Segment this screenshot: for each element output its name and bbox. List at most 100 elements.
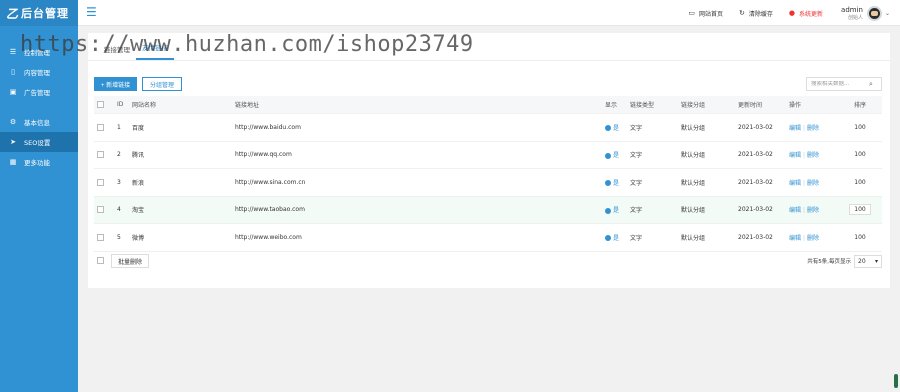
cell-url: http://www.weibo.com <box>235 233 302 241</box>
pagination: 共有5条,每页显示 20 ▾ <box>807 254 882 268</box>
cell-type: 文字 <box>630 207 643 215</box>
edit-link[interactable]: 编辑 <box>789 180 801 187</box>
row-checkbox[interactable] <box>97 206 104 214</box>
page-size-value: 20 <box>858 257 866 265</box>
cell-type: 文字 <box>630 152 643 160</box>
cell-name: 腾讯 <box>132 152 145 160</box>
row-checkbox[interactable] <box>97 178 104 186</box>
header-group: 链接分组 <box>681 102 706 109</box>
edit-link[interactable]: 编辑 <box>789 125 801 132</box>
app-logo[interactable]: 乙 后台管理 <box>0 0 78 26</box>
header-id: ID <box>117 101 124 108</box>
table-header: ID 网站名称 链接地址 显示 链接类型 链接分组 更新时间 操作 排序 <box>94 96 882 114</box>
edit-link[interactable]: 编辑 <box>789 152 801 159</box>
sidebar-item-more[interactable]: ▦ 更多功能 <box>0 152 78 172</box>
cell-show[interactable]: 是 <box>601 150 626 159</box>
cell-type: 文字 <box>630 179 643 187</box>
site-home-label: 网站首页 <box>699 10 724 18</box>
table-row: 2 腾讯 http://www.qq.com 是 文字 默认分组 2021-03… <box>94 142 882 169</box>
row-checkbox[interactable] <box>97 233 104 241</box>
header-actions: 操作 <box>789 102 802 109</box>
cell-actions: 编辑 | 删除 <box>789 179 820 187</box>
delete-link[interactable]: 删除 <box>807 180 819 187</box>
delete-link[interactable]: 删除 <box>807 235 819 242</box>
edit-link[interactable]: 编辑 <box>789 235 801 242</box>
cell-show[interactable]: 是 <box>601 178 626 187</box>
delete-link[interactable]: 删除 <box>807 125 819 132</box>
edit-link[interactable]: 编辑 <box>789 207 801 214</box>
cell-group: 默认分组 <box>681 234 706 242</box>
sidebar-nav: ☰ 控制管理 ▯ 内容管理 ▣ 广告管理 ⚙ 基本信息 ➤ SEO设置 ▦ 更多… <box>0 42 78 172</box>
menu-toggle-icon[interactable]: ☰ <box>86 6 97 18</box>
menu-icon: ☰ <box>9 48 17 56</box>
avatar[interactable] <box>866 5 882 21</box>
top-actions: ▭ 网站首页 ↻ 清除缓存 ● 系统更新 admin 创始人 ⌄ <box>672 0 890 26</box>
cell-id: 3 <box>117 178 121 186</box>
delete-link[interactable]: 删除 <box>807 152 819 159</box>
delete-link[interactable]: 删除 <box>807 207 819 214</box>
cell-time: 2021-03-02 <box>738 233 773 241</box>
grid-icon: ▦ <box>9 158 17 166</box>
sort-input[interactable] <box>849 149 871 161</box>
cell-id: 2 <box>117 151 121 159</box>
table-row: 4 淘宝 http://www.taobao.com 是 文字 默认分组 202… <box>94 196 882 224</box>
sidebar-item-label: 更多功能 <box>24 159 50 167</box>
sort-input[interactable] <box>849 121 871 133</box>
row-checkbox[interactable] <box>97 151 104 159</box>
sidebar-item-label: 内容管理 <box>24 69 50 77</box>
sidebar-item-content[interactable]: ▯ 内容管理 <box>0 62 78 82</box>
page-size-select[interactable]: 20 ▾ <box>854 254 882 268</box>
search-input[interactable] <box>807 81 869 87</box>
cell-show[interactable]: 是 <box>601 205 626 214</box>
sidebar-item-label: SEO设置 <box>24 139 51 147</box>
sidebar-item-basic-info[interactable]: ⚙ 基本信息 <box>0 112 78 132</box>
cell-name: 新浪 <box>132 179 145 187</box>
batch-delete-button[interactable]: 批量删除 <box>111 254 150 268</box>
check-circle-icon <box>605 125 611 132</box>
group-manage-button[interactable]: 分组管理 <box>142 77 183 91</box>
cell-id: 4 <box>117 206 121 214</box>
cell-id: 5 <box>117 233 121 241</box>
cell-show[interactable]: 是 <box>601 233 626 242</box>
cell-actions: 编辑 | 删除 <box>789 207 820 215</box>
app-title: 后台管理 <box>21 7 70 20</box>
system-update-link[interactable]: ● 系统更新 <box>789 9 823 18</box>
search-icon[interactable]: ⌕ <box>869 80 873 89</box>
header-name: 网站名称 <box>132 102 157 109</box>
select-all-checkbox[interactable] <box>97 101 104 108</box>
clear-cache-label: 清除缓存 <box>748 10 773 18</box>
check-circle-icon <box>605 152 611 159</box>
monitor-icon: ▭ <box>688 9 695 17</box>
sort-input[interactable] <box>849 231 871 243</box>
table-row: 5 微博 http://www.weibo.com 是 文字 默认分组 2021… <box>94 224 882 252</box>
cell-actions: 编辑 | 删除 <box>789 124 820 132</box>
row-checkbox[interactable] <box>97 123 104 131</box>
cell-show[interactable]: 是 <box>601 123 626 132</box>
chevron-down-icon: ▾ <box>874 257 878 265</box>
select-all-checkbox-bottom[interactable] <box>97 257 104 264</box>
check-circle-icon <box>605 180 611 187</box>
cell-url: http://www.baidu.com <box>235 123 301 131</box>
cell-group: 默认分组 <box>681 207 706 215</box>
sidebar-item-seo[interactable]: ➤ SEO设置 <box>0 132 78 152</box>
send-icon: ➤ <box>10 138 16 146</box>
refresh-icon: ↻ <box>739 9 745 17</box>
header-show: 显示 <box>605 102 618 109</box>
sidebar-item-label: 基本信息 <box>24 119 50 127</box>
scrollbar-thumb[interactable] <box>894 374 898 388</box>
watermark: https://www.huzhan.com/ishop23749 <box>20 32 474 57</box>
logo-icon: 乙 <box>6 6 20 21</box>
chevron-down-icon[interactable]: ⌄ <box>885 10 890 17</box>
user-menu[interactable]: admin 创始人 ⌄ <box>841 5 890 21</box>
clear-cache-link[interactable]: ↻ 清除缓存 <box>739 9 773 18</box>
check-circle-icon <box>605 207 611 214</box>
sidebar-item-ads[interactable]: ▣ 广告管理 <box>0 82 78 102</box>
gear-icon: ⚙ <box>9 118 17 126</box>
sort-input[interactable] <box>849 176 871 188</box>
site-home-link[interactable]: ▭ 网站首页 <box>688 9 723 18</box>
cell-url: http://www.taobao.com <box>235 206 305 214</box>
sort-input[interactable] <box>849 204 871 216</box>
check-circle-icon <box>605 235 611 242</box>
add-link-button[interactable]: + 新增链接 <box>94 77 138 91</box>
cell-time: 2021-03-02 <box>738 206 773 214</box>
